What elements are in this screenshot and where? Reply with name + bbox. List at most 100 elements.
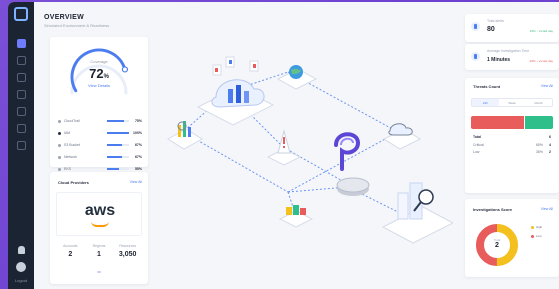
threats-row-pct: 35% <box>535 150 543 154</box>
cloud-providers-card: Cloud Providers View All aws Accounts 2 Re… <box>50 172 148 284</box>
alert-node <box>266 129 302 166</box>
coverage-row-name: S3 Bucket <box>64 143 80 147</box>
threats-tab[interactable]: Month <box>525 99 552 106</box>
coverage-row-name: CloudTrail <box>64 119 80 123</box>
coverage-row-bar-fill <box>107 168 120 170</box>
search-icon[interactable] <box>16 73 26 82</box>
critical-bar-segment[interactable] <box>471 116 524 129</box>
coverage-row-name: Network <box>64 155 77 159</box>
aws-smile-icon <box>91 221 109 227</box>
threats-row-name: Low <box>473 150 480 154</box>
alert-icon[interactable] <box>16 90 26 99</box>
investigations-view-all-link[interactable]: View All <box>541 207 553 211</box>
shield-icon[interactable] <box>16 107 26 116</box>
aws-logo[interactable]: aws <box>56 192 142 236</box>
threats-row[interactable]: Critical 65% 4 <box>473 143 551 147</box>
avatar[interactable] <box>16 262 26 272</box>
low-bar-segment[interactable] <box>524 116 553 129</box>
cloud-stat: Regions 1 <box>85 244 114 258</box>
total-alerts-label: Total alerts <box>487 19 504 23</box>
coverage-row[interactable]: CloudTrail 75% <box>58 115 142 127</box>
cloud-stat-value: 2 <box>68 251 73 258</box>
investigation-time-card[interactable]: Average Investigation Time 1 Minutes 20%… <box>465 44 559 70</box>
cloud-stat-label: Resources <box>119 244 137 248</box>
search-node <box>381 182 453 244</box>
legend-swatch <box>531 225 534 229</box>
coverage-row-bar <box>107 144 129 146</box>
donut-center-value: 2 <box>495 242 499 249</box>
cloud-stat-value: 1 <box>97 251 101 258</box>
coverage-row-bar-fill <box>107 132 129 134</box>
logout-link[interactable]: Logout <box>15 278 27 283</box>
coverage-row-name: IAM <box>64 131 71 135</box>
total-alerts-card[interactable]: Total alerts 80 10% ↑ vs last day <box>465 14 559 42</box>
hub-node <box>336 177 370 196</box>
threats-row-value: 4 <box>549 143 551 147</box>
threats-total-value: 6 <box>549 135 551 139</box>
coverage-card: Coverage 72% View Details CloudTrail 75% I… <box>50 37 148 171</box>
coverage-row-pct: 67% <box>134 155 142 159</box>
coverage-row-dot <box>58 119 61 123</box>
coverage-row-bar <box>107 132 129 134</box>
sidebar: Logout <box>8 2 34 289</box>
threats-tab[interactable]: 24h <box>472 99 499 106</box>
clock-icon <box>471 52 480 61</box>
dashboard-icon[interactable] <box>16 39 26 48</box>
cloud-providers-title: Cloud Providers <box>58 180 89 185</box>
threats-total-row: Total 6 <box>473 135 551 139</box>
coverage-row-pct: 67% <box>134 143 142 147</box>
coverage-row-dot <box>58 155 61 159</box>
page-header: OVERVIEW Simulated Environment & Readine… <box>44 14 109 28</box>
view-details-link[interactable]: View Details <box>50 83 148 88</box>
coverage-row-bar-fill <box>107 156 122 158</box>
page-title: OVERVIEW <box>44 14 85 21</box>
coverage-row-pct: 100% <box>133 131 142 135</box>
legend-label: Low <box>536 234 542 238</box>
cloud-cluster-node <box>382 123 422 150</box>
analytics-node <box>167 121 203 150</box>
coverage-value: 72% <box>89 66 109 81</box>
cloud-stats: Accounts 2 Regions 1 Resources 3,050 <box>56 244 142 258</box>
alerts-icon <box>471 22 480 31</box>
threats-row-value: 2 <box>549 150 551 154</box>
total-alerts-value: 80 <box>487 26 495 33</box>
threats-row[interactable]: Low 35% 2 <box>473 150 551 154</box>
modules-node <box>278 205 314 228</box>
coverage-row[interactable]: Network 67% <box>58 151 142 163</box>
coverage-row[interactable]: S3 Bucket 67% <box>58 139 142 151</box>
legend-swatch <box>531 234 534 238</box>
app-logo-icon[interactable] <box>14 7 28 21</box>
coverage-row-pct: 55% <box>134 167 142 171</box>
brand-logo-node <box>334 132 361 171</box>
coverage-row-bar <box>107 168 129 170</box>
bell-icon[interactable] <box>17 246 25 254</box>
threats-tab[interactable]: Week <box>499 99 526 106</box>
coverage-list: CloudTrail 75% IAM 100% S3 Bucket 67% Network 6… <box>58 115 142 175</box>
investigations-score-card: Investigations Score View All Total 2 Hi… <box>465 199 559 277</box>
coverage-row-dot <box>58 167 61 171</box>
cloud-icon[interactable] <box>16 56 26 65</box>
legend-label: High <box>536 225 543 229</box>
investigation-time-label: Average Investigation Time <box>487 49 530 53</box>
coverage-row-bar-fill <box>107 120 124 122</box>
cloud-view-all-link[interactable]: View All <box>130 180 142 184</box>
cloud-server-node <box>196 56 275 126</box>
cloud-stat: Accounts 2 <box>56 244 85 258</box>
coverage-row-dot <box>58 131 61 135</box>
settings-icon[interactable] <box>16 124 26 133</box>
cloud-stat: Resources 3,050 <box>113 244 142 258</box>
app-window: Logout OVERVIEW Simulated Environment & … <box>8 2 559 289</box>
report-icon[interactable] <box>16 141 26 150</box>
coverage-row[interactable]: IAM 100% <box>58 127 142 139</box>
carousel-dot[interactable] <box>97 271 101 273</box>
coverage-label: Coverage <box>90 59 108 64</box>
threats-total-label: Total <box>473 135 482 139</box>
investigation-time-value: 1 Minutes <box>487 57 511 63</box>
coverage-row-pct: 75% <box>134 119 142 123</box>
threats-tabs: 24h Week Month <box>471 98 553 107</box>
cloud-stat-label: Accounts <box>63 244 78 248</box>
threats-view-all-link[interactable]: View All <box>541 84 553 88</box>
total-alerts-trend: 10% ↑ vs last day <box>529 29 553 33</box>
aws-wordmark: aws <box>84 202 116 219</box>
globe-node <box>276 65 318 90</box>
